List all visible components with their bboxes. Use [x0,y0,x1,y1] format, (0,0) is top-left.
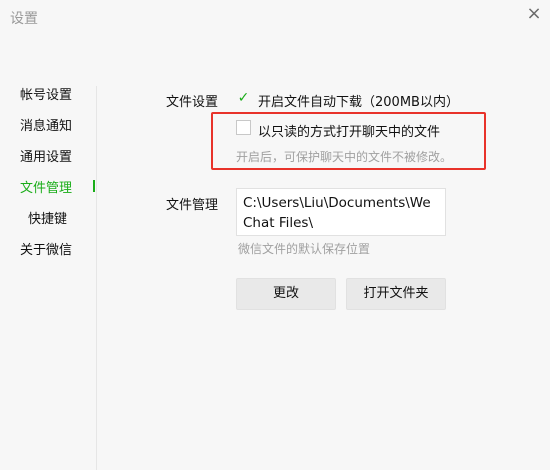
window-title: 设置 [10,11,38,27]
save-path-hint: 微信文件的默认保存位置 [238,242,371,256]
auto-download-checkbox[interactable]: ✓ [236,91,251,106]
file-settings-label: 文件设置 [166,95,219,110]
sidebar-item-about[interactable]: 关于微信 [20,239,72,258]
sidebar-divider [96,86,97,470]
title-bar: 设置 × [0,0,550,32]
change-button[interactable]: 更改 [236,278,336,310]
save-path-field: C:\Users\Liu\Documents\WeChat Files\ [236,188,446,236]
sidebar-item-notifications[interactable]: 消息通知 [20,115,72,134]
active-indicator [93,180,95,192]
sidebar-item-file-management[interactable]: 文件管理 [20,177,72,196]
readonly-open-checkbox[interactable] [236,120,251,135]
readonly-hint: 开启后，可保护聊天中的文件不被修改。 [236,150,453,164]
sidebar-item-general[interactable]: 通用设置 [20,146,72,165]
sidebar-item-account[interactable]: 帐号设置 [20,84,72,103]
open-folder-button[interactable]: 打开文件夹 [346,278,446,310]
sidebar-item-shortcuts[interactable]: 快捷键 [28,208,67,227]
settings-window: 设置 × 帐号设置 消息通知 通用设置 文件管理 快捷键 关于微信 文件设置 ✓… [0,0,550,470]
readonly-open-label[interactable]: 以只读的方式打开聊天中的文件 [258,121,440,140]
file-management-label: 文件管理 [166,198,219,213]
auto-download-label[interactable]: 开启文件自动下载（200MB以内） [258,91,459,110]
close-icon[interactable]: × [522,3,546,25]
